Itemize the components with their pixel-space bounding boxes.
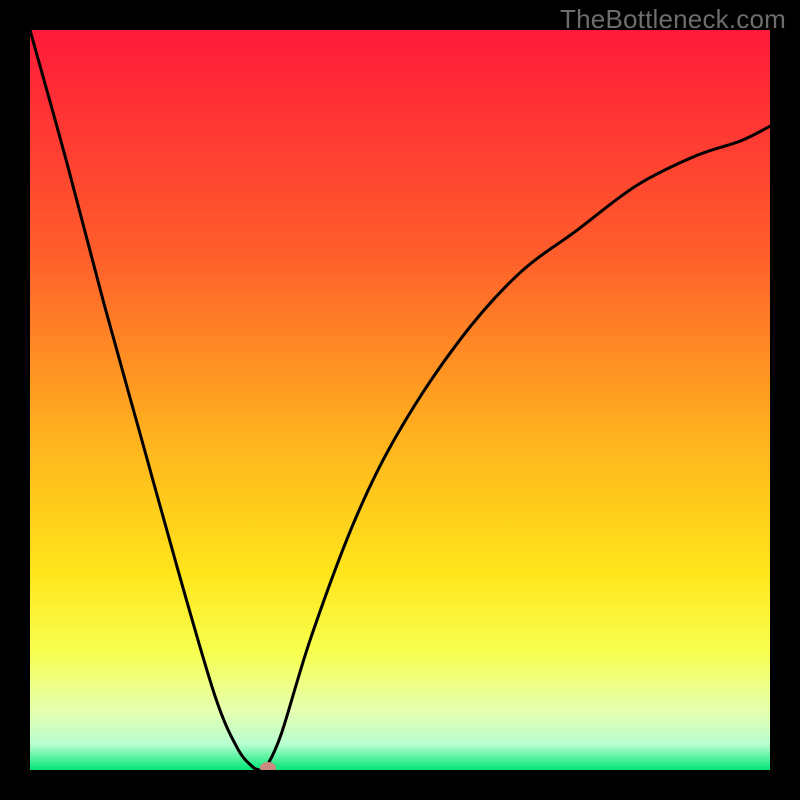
watermark-text: TheBottleneck.com — [560, 4, 786, 35]
minimum-marker — [260, 762, 276, 770]
chart-frame: TheBottleneck.com — [0, 0, 800, 800]
plot-area — [30, 30, 770, 770]
bottleneck-curve — [30, 30, 770, 770]
